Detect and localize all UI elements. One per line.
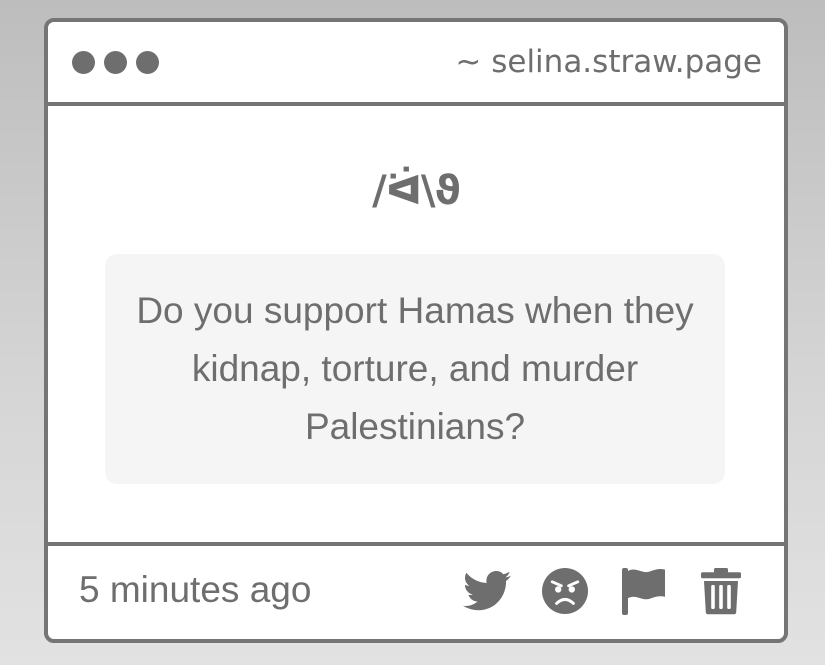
page-url[interactable]: ~ selina.straw.page <box>455 42 762 82</box>
kaomoji-face: /ᐛ\ϑ <box>372 168 461 214</box>
question-box: Do you support Hamas when they kidnap, t… <box>105 254 725 484</box>
question-text: Do you support Hamas when they kidnap, t… <box>136 290 694 447</box>
card-footer: 5 minutes ago <box>48 542 784 639</box>
flag-icon <box>622 568 665 615</box>
action-bar <box>462 566 746 616</box>
delete-button[interactable] <box>696 566 746 616</box>
angry-face-icon <box>542 568 588 614</box>
angry-reaction-button[interactable] <box>540 566 590 616</box>
twitter-icon <box>463 571 511 611</box>
window-dot-3[interactable] <box>136 51 159 74</box>
timestamp: 5 minutes ago <box>79 569 312 610</box>
trash-icon <box>701 568 741 615</box>
window-dot-1[interactable] <box>72 51 95 74</box>
title-bar: ~ selina.straw.page <box>48 22 784 106</box>
window-controls <box>72 51 159 74</box>
window-dot-2[interactable] <box>104 51 127 74</box>
share-twitter-button[interactable] <box>462 566 512 616</box>
question-card: /ᐛ\ϑ Do you support Hamas when they kidn… <box>48 106 784 542</box>
browser-window: ~ selina.straw.page /ᐛ\ϑ Do you support … <box>44 18 788 643</box>
report-button[interactable] <box>618 566 668 616</box>
